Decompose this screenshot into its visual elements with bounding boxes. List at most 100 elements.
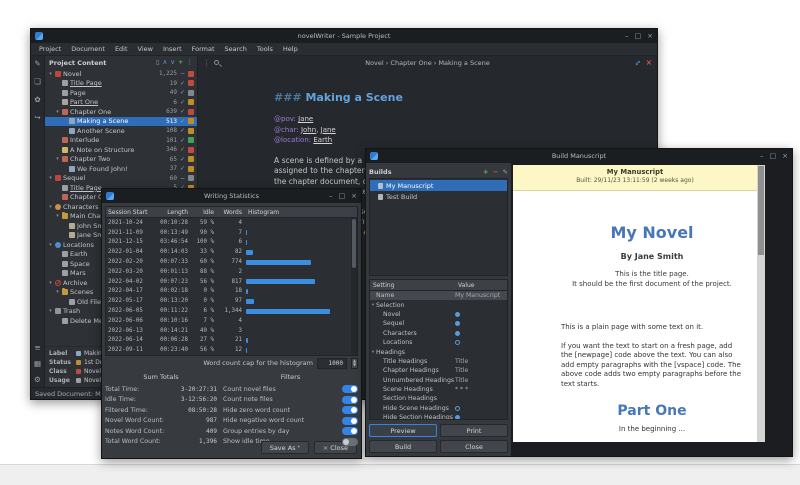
main-titlebar[interactable]: novelWriter - Sample Project – □ ×: [31, 29, 657, 43]
active-checkbox[interactable]: ✓: [179, 99, 186, 106]
menu-item-document[interactable]: Document: [67, 44, 109, 54]
bookmark-icon[interactable]: ▯: [156, 59, 160, 66]
column-length[interactable]: Length: [148, 209, 190, 216]
build-setting-row[interactable]: Hide Section Headings: [370, 413, 507, 420]
maximize-icon[interactable]: □: [635, 32, 642, 40]
move-down-icon[interactable]: ∨: [170, 59, 175, 66]
menu-item-project[interactable]: Project: [35, 44, 65, 54]
stats-titlebar[interactable]: Writing Statistics – □ ×: [102, 189, 361, 203]
minimize-icon[interactable]: –: [329, 192, 333, 200]
column-histogram[interactable]: Histogram: [244, 209, 357, 216]
build-setting-row[interactable]: Section Headings: [370, 394, 507, 403]
stats-session-row[interactable]: 2022-03-2000:01:1388 %2: [106, 267, 351, 277]
tree-item[interactable]: A Note on Structure346✓: [45, 145, 197, 155]
menu-item-view[interactable]: View: [134, 44, 157, 54]
build-setting-row[interactable]: Characters: [370, 329, 507, 338]
metadata-value[interactable]: Earth: [313, 136, 332, 144]
build-list-item[interactable]: Test Build: [370, 191, 507, 202]
stats-session-row[interactable]: 2022-01-0400:14:0333 %82: [106, 247, 351, 257]
stats-session-row[interactable]: 2021-11-0900:13:4990 %7: [106, 228, 351, 238]
active-checkbox[interactable]: ✓: [179, 80, 186, 87]
column-idle[interactable]: Idle: [190, 209, 216, 216]
filter-toggle[interactable]: [342, 427, 358, 435]
close-icon[interactable]: ×: [351, 192, 357, 200]
tree-item[interactable]: Interlude101✓: [45, 136, 197, 146]
active-checkbox[interactable]: ✓: [179, 118, 186, 125]
build-setting-row[interactable]: Hide Scene Headings: [370, 404, 507, 413]
expand-editor-icon[interactable]: ↔: [633, 58, 643, 68]
stats-session-row[interactable]: 2021-12-1503:46:54100 %6: [106, 238, 351, 248]
menu-item-help[interactable]: Help: [279, 44, 302, 54]
maximize-icon[interactable]: □: [339, 192, 346, 200]
active-checkbox[interactable]: ✓: [179, 165, 186, 172]
metadata-value[interactable]: Jane: [321, 126, 336, 134]
save-as-button[interactable]: Save As▾: [261, 441, 309, 454]
filter-toggle[interactable]: [342, 406, 358, 414]
editor-menu-icon[interactable]: ⋮: [203, 59, 210, 67]
stats-session-row[interactable]: 2022-05-1700:13:200 %97: [106, 296, 351, 306]
close-icon[interactable]: ×: [782, 152, 788, 160]
metadata-value[interactable]: Jane: [298, 115, 313, 123]
build-setting-row[interactable]: Title HeadingsTitle: [370, 357, 507, 366]
close-icon[interactable]: ×: [647, 32, 653, 40]
menu-item-format[interactable]: Format: [188, 44, 219, 54]
stats-session-row[interactable]: 2022-02-2000:07:3360 %774: [106, 257, 351, 267]
add-build-icon[interactable]: +: [483, 168, 489, 176]
editor-view-icon[interactable]: ✎: [34, 60, 40, 68]
documents-view-icon[interactable]: ❏: [34, 78, 41, 86]
scrollbar-handle[interactable]: [352, 219, 356, 268]
panel-menu-icon[interactable]: ⋮: [187, 59, 194, 66]
build-setting-row[interactable]: ▾Selection: [370, 300, 507, 309]
tree-item[interactable]: Part One6✓: [45, 98, 197, 108]
table-scrollbar[interactable]: [351, 218, 357, 355]
tree-item[interactable]: Another Scene108✓: [45, 126, 197, 136]
tree-item[interactable]: We Found John!37✓: [45, 164, 197, 174]
print-button[interactable]: Print: [440, 424, 508, 437]
close-document-icon[interactable]: ×: [646, 59, 652, 67]
filter-toggle[interactable]: [342, 396, 358, 404]
minimize-icon[interactable]: –: [760, 152, 764, 160]
menu-item-tools[interactable]: Tools: [253, 44, 277, 54]
stats-session-row[interactable]: 2022-09-1100:23:4056 %12: [106, 345, 351, 355]
sessions-table-header[interactable]: Session Start ▲ Length Idle Words Histog…: [106, 207, 357, 218]
active-checkbox[interactable]: −: [179, 70, 186, 77]
build-setting-row[interactable]: NameMy Manuscript: [370, 291, 507, 300]
tree-item[interactable]: ▾Chapter One639✓: [45, 107, 197, 117]
stats-session-row[interactable]: 2022-06-1400:06:2827 %21: [106, 336, 351, 346]
tree-item[interactable]: ▾Novel1,225−: [45, 69, 197, 79]
build-setting-row[interactable]: Sequel: [370, 319, 507, 328]
build-setting-row[interactable]: Scene Headings* * *: [370, 385, 507, 394]
active-checkbox[interactable]: ✓: [179, 108, 186, 115]
stats-session-row[interactable]: 2022-06-0600:10:167 %4: [106, 316, 351, 326]
cap-input[interactable]: 1000: [317, 358, 347, 369]
manuscript-page[interactable]: My Novel By Jane Smith This is the title…: [513, 191, 757, 442]
tree-item[interactable]: ▾Sequel60−: [45, 174, 197, 184]
build-setting-row[interactable]: Novel: [370, 310, 507, 319]
build-titlebar[interactable]: Build Manuscript – □ ×: [366, 149, 792, 163]
filter-toggle[interactable]: [342, 417, 358, 425]
scrollbar-handle[interactable]: [758, 166, 764, 255]
details-list-icon[interactable]: ≡: [34, 344, 40, 352]
tree-item[interactable]: Page49✓: [45, 88, 197, 98]
novel-view-icon[interactable]: ✿: [34, 96, 40, 104]
settings-gear-icon[interactable]: ⚙: [34, 376, 41, 384]
build-setting-row[interactable]: ▾Headings: [370, 347, 507, 356]
stats-session-row[interactable]: 2022-06-0500:11:226 %1,344: [106, 306, 351, 316]
build-list-item[interactable]: My Manuscript: [370, 180, 507, 191]
build-setting-row[interactable]: Locations: [370, 338, 507, 347]
build-setting-row[interactable]: Unnumbered HeadingsTitle: [370, 376, 507, 385]
move-up-icon[interactable]: ∧: [163, 59, 168, 66]
active-checkbox[interactable]: ✓: [179, 137, 186, 144]
search-icon[interactable]: [214, 60, 219, 65]
cap-spinner[interactable]: ▲▼: [351, 358, 358, 369]
preview-button[interactable]: Preview: [369, 424, 437, 437]
tree-item[interactable]: ▾Chapter Two65✓: [45, 155, 197, 165]
tree-item[interactable]: Making a Scene513✓: [45, 117, 197, 127]
stats-session-row[interactable]: 2022-04-0200:07:2356 %817: [106, 277, 351, 287]
active-checkbox[interactable]: ✓: [179, 89, 186, 96]
menu-item-insert[interactable]: Insert: [159, 44, 186, 54]
active-checkbox[interactable]: ✓: [179, 156, 186, 163]
filter-toggle[interactable]: [342, 438, 358, 446]
build-button[interactable]: Build: [369, 440, 437, 453]
menu-item-search[interactable]: Search: [221, 44, 251, 54]
